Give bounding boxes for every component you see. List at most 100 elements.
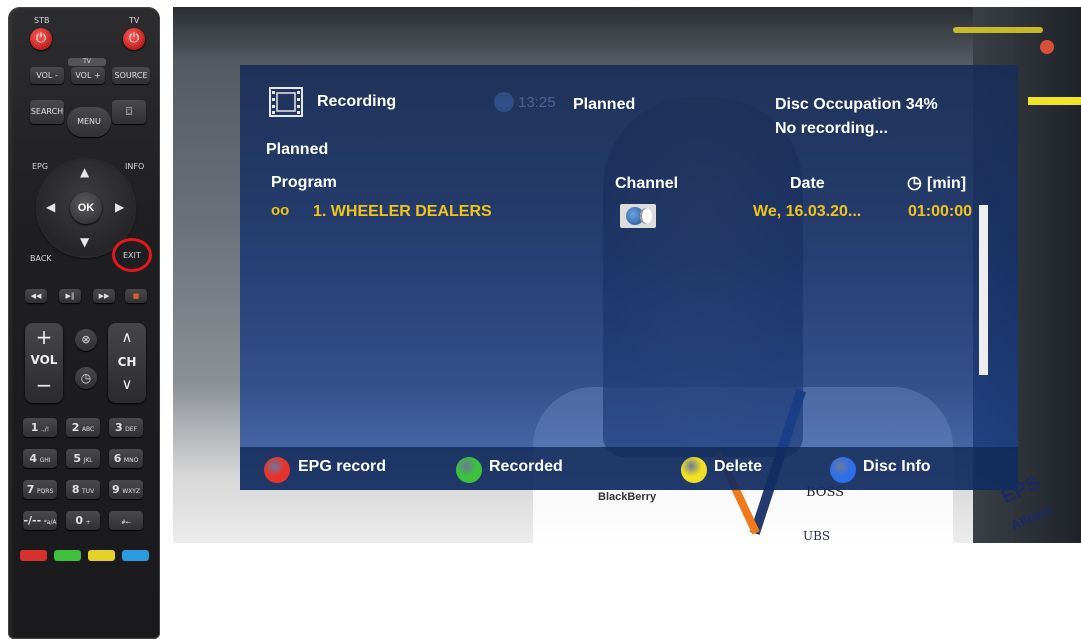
disc-info-button[interactable]: Disc Info (863, 458, 931, 476)
background-light (953, 27, 1043, 33)
number-key[interactable]: 8 TUV (66, 480, 100, 499)
stop-icon: ■ (132, 292, 140, 300)
arrow-down-icon[interactable]: ▼ (80, 235, 89, 249)
number-key[interactable]: 6 MNO (109, 449, 143, 468)
row-duration: 01:00:00 (908, 203, 973, 220)
camera-icon: ⌼ (125, 105, 133, 118)
fast-forward-button[interactable]: ▶▶ (93, 289, 115, 303)
vol-label: VOL (30, 353, 58, 367)
epg-record-button[interactable]: EPG record (298, 458, 386, 476)
number-key[interactable]: 1 .,/! (23, 418, 57, 437)
stb-label: STB (34, 16, 50, 25)
key-letters: DEF (125, 426, 138, 433)
recorded-button[interactable]: Recorded (489, 458, 563, 476)
red-function-icon (264, 457, 290, 483)
power-icon: ⏻ (35, 31, 47, 46)
source-button[interactable]: SOURCE (112, 67, 150, 84)
background-light (1040, 40, 1054, 54)
green-key[interactable] (54, 550, 81, 561)
green-function-icon (456, 457, 482, 483)
mute-button[interactable]: ⊗ (75, 329, 97, 351)
stb-power-button[interactable]: ⏻ (30, 28, 52, 50)
key-letters: #← (120, 519, 132, 526)
ch-label: CH (117, 355, 137, 369)
number-key[interactable]: 2 ABC (66, 418, 100, 437)
scrollbar[interactable] (979, 205, 988, 375)
key-number: 0 (75, 514, 84, 527)
number-key[interactable]: 3 DEF (109, 418, 143, 437)
caret-up-icon: ∧ (121, 328, 133, 346)
arrow-right-icon[interactable]: ▶ (115, 200, 124, 214)
stop-button[interactable]: ■ (125, 289, 147, 303)
blue-function-icon (830, 457, 856, 483)
key-letters: GHI (39, 457, 51, 464)
red-key[interactable] (20, 550, 47, 561)
back-button[interactable]: BACK (30, 254, 52, 263)
key-letters: JKL (83, 457, 93, 464)
power-icon: ⏻ (128, 31, 140, 46)
vol-minus-button[interactable]: VOL - (30, 67, 64, 84)
ok-button[interactable]: OK (70, 192, 102, 224)
clock-icon: ◷ (80, 371, 92, 385)
key-letters: TUV (82, 488, 95, 495)
exit-button[interactable]: EXIT (123, 251, 141, 260)
volume-rocker[interactable]: + VOL − (25, 323, 63, 403)
play-pause-icon: ▶‖ (65, 292, 75, 300)
info-label: INFO (125, 162, 145, 171)
disc-occupation: Disc Occupation 34% (775, 96, 938, 113)
key-number: 6 (113, 452, 122, 465)
key-number: 3 (114, 421, 123, 434)
key-number: 5 (73, 452, 82, 465)
screenshot-button[interactable]: ⌼ (112, 100, 146, 124)
timer-button[interactable]: ◷ (75, 367, 97, 389)
fast-forward-icon: ▶▶ (98, 292, 110, 300)
key-letters: WXYZ (122, 488, 141, 495)
arrow-left-icon[interactable]: ◀ (46, 200, 55, 214)
search-button[interactable]: SEARCH (30, 100, 64, 124)
yellow-key[interactable] (88, 550, 115, 561)
key-letters: PQRS (36, 488, 54, 495)
key-number: 9 (111, 483, 120, 496)
number-key[interactable]: -/-- *a/A (23, 511, 57, 530)
minus-icon: − (35, 373, 53, 397)
channel-logo-icon (620, 204, 656, 228)
key-number: 4 (29, 452, 38, 465)
row-program: 1. WHEELER DEALERS (313, 203, 492, 220)
key-number: 1 (30, 421, 39, 434)
delete-button[interactable]: Delete (714, 458, 762, 476)
blue-key[interactable] (122, 550, 149, 561)
menu-button[interactable]: MENU (67, 107, 111, 137)
recording-glasses-icon: ᴏᴏ (271, 202, 290, 219)
key-letters: .,/! (40, 426, 50, 433)
tv-power-button[interactable]: ⏻ (123, 28, 145, 50)
key-letters: MNO (123, 457, 139, 464)
vol-plus-button[interactable]: VOL + (71, 67, 105, 84)
mute-icon: ⊗ (81, 333, 91, 346)
column-channel: Channel (615, 175, 679, 192)
plus-icon: + (35, 325, 53, 349)
play-pause-button[interactable]: ▶‖ (59, 289, 81, 303)
key-letters: + (85, 519, 91, 526)
row-date: We, 16.03.20... (753, 203, 862, 220)
recording-status: No recording... (775, 120, 888, 137)
panel-title: Recording (317, 93, 397, 110)
tv-label: TV (129, 16, 140, 25)
number-key[interactable]: 4 GHI (23, 449, 57, 468)
epg-label: EPG (32, 162, 49, 171)
column-date: Date (790, 175, 825, 192)
tv-screen: BlackBerry BOSS UBS EPS Allianz Recordin… (173, 7, 1081, 543)
number-key[interactable]: 5 JKL (66, 449, 100, 468)
current-time: 13:25 (518, 94, 556, 111)
rewind-button[interactable]: ◀◀ (25, 289, 47, 303)
number-key[interactable]: 7 PQRS (23, 480, 57, 499)
sponsor-blackberry: BlackBerry (598, 491, 657, 503)
number-key[interactable]: 9 WXYZ (109, 480, 143, 499)
number-key[interactable]: #← (109, 511, 143, 530)
section-title: Planned (266, 141, 329, 158)
channel-rocker[interactable]: ∧ CH ∨ (108, 323, 146, 403)
tv-bar: TV (68, 58, 106, 66)
number-key[interactable]: 0 + (66, 511, 100, 530)
key-number: 2 (71, 421, 80, 434)
arrow-up-icon[interactable]: ▲ (80, 165, 89, 179)
background-light (1028, 97, 1081, 105)
